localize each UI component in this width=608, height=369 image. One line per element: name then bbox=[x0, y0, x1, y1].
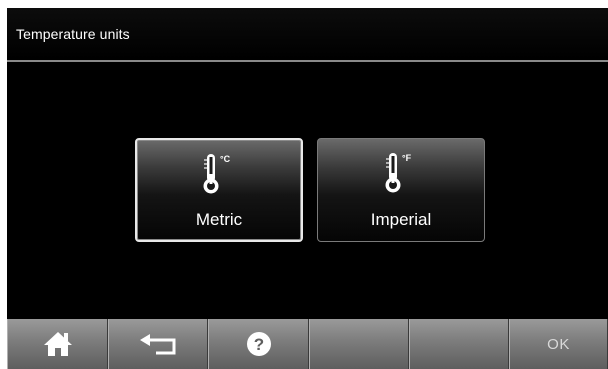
ok-label: OK bbox=[547, 336, 570, 353]
ok-button[interactable]: OK bbox=[509, 319, 608, 369]
home-icon bbox=[43, 332, 72, 356]
help-icon: ? bbox=[246, 332, 271, 356]
metric-option-button[interactable]: °C Metric bbox=[135, 138, 303, 242]
help-button[interactable]: ? bbox=[208, 319, 309, 369]
celsius-unit: °C bbox=[220, 154, 231, 164]
imperial-option-button[interactable]: °F Imperial bbox=[317, 138, 485, 242]
back-button[interactable] bbox=[108, 319, 208, 369]
fahrenheit-unit: °F bbox=[402, 153, 412, 163]
back-arrow-icon bbox=[140, 334, 176, 355]
page-title: Temperature units bbox=[16, 26, 130, 42]
empty-button-1 bbox=[309, 319, 409, 369]
svg-text:?: ? bbox=[253, 335, 263, 354]
empty-button-2 bbox=[409, 319, 509, 369]
imperial-label: Imperial bbox=[370, 210, 432, 229]
metric-label: Metric bbox=[195, 210, 243, 229]
home-button[interactable] bbox=[7, 319, 108, 369]
title-bar: Temperature units bbox=[7, 8, 608, 59]
title-divider bbox=[7, 60, 608, 62]
bottom-navigation-bar: ? OK bbox=[7, 319, 608, 369]
thermometer-fahrenheit-icon: °F bbox=[385, 153, 412, 193]
device-screen: Temperature units °C Metric °F Imperial … bbox=[7, 8, 608, 369]
thermometer-celsius-icon: °C bbox=[203, 154, 231, 194]
